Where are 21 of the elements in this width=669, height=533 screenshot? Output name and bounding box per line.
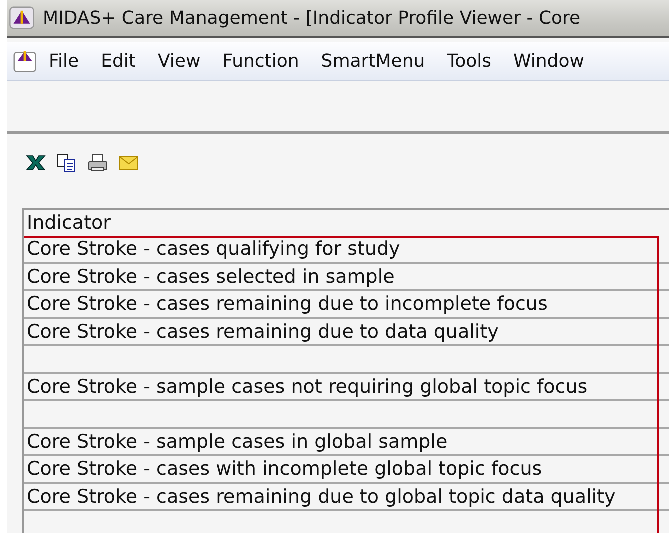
menu-item[interactable]: View (146, 50, 212, 72)
table-cell: Core Stroke - cases with incomplete global topic focus (24, 456, 669, 484)
menu-item[interactable]: Window (502, 50, 596, 72)
column-header[interactable]: Indicator (24, 210, 669, 236)
printer-icon[interactable] (87, 153, 109, 173)
menu-item[interactable]: SmartMenu (310, 50, 436, 72)
excel-x-icon[interactable] (25, 153, 47, 173)
table-cell: Core Stroke - sample cases not requiring global topic focus (24, 374, 669, 401)
menu-item[interactable]: Edit (90, 50, 147, 72)
app-logo-icon (9, 5, 35, 31)
menu-item[interactable]: File (38, 50, 90, 72)
copy-icon[interactable] (56, 153, 78, 173)
table-cell: Core Stroke - cases selected in sample (24, 264, 669, 291)
table-cell: Core Stroke - cases remaining due to global topic data quality (24, 484, 669, 511)
menu-item[interactable]: Tools (436, 50, 502, 72)
table-cell: Core Stroke - sample cases in global sample (24, 428, 669, 456)
table-cell: Core Stroke - cases remaining due to incomplete focus (24, 291, 669, 318)
table-cell: Core Stroke - cases remaining due to data quality (24, 318, 669, 346)
window-title: MIDAS+ Care Management - [Indicator Profile Viewer - Core (43, 8, 581, 28)
menu-item[interactable]: Function (212, 50, 310, 72)
table-cell: Core Stroke - cases qualifying for study (24, 236, 669, 264)
